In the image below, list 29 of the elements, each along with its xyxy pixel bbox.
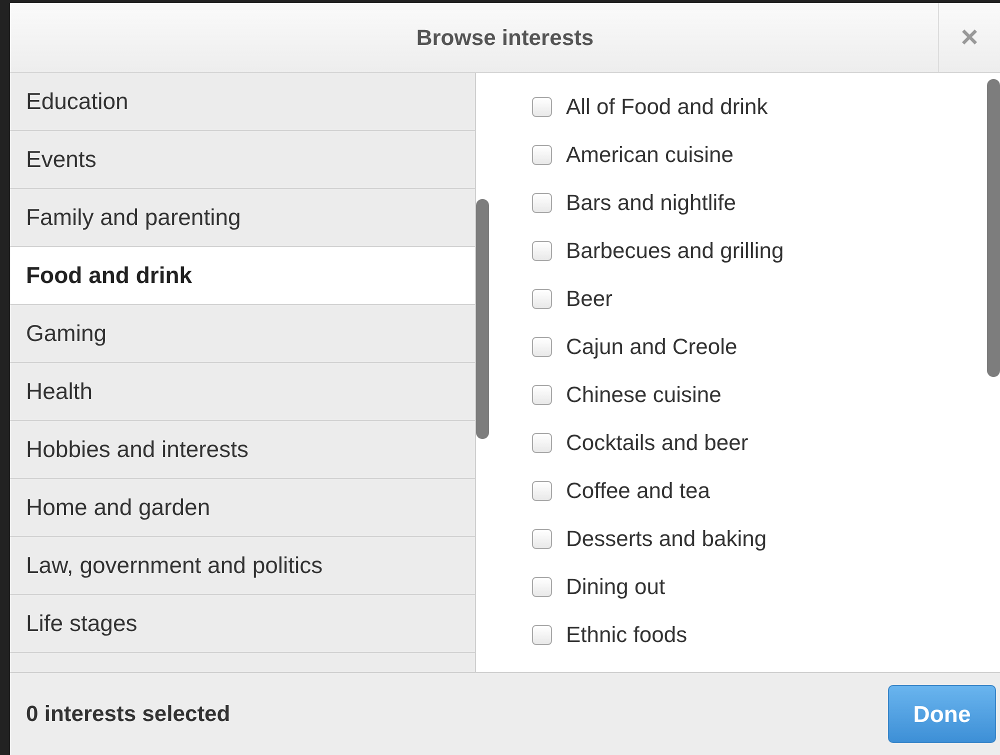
scrollbar-thumb[interactable]: [987, 79, 1000, 377]
checkbox[interactable]: [532, 481, 552, 501]
checkbox[interactable]: [532, 337, 552, 357]
interest-label: Coffee and tea: [566, 478, 710, 504]
checkbox[interactable]: [532, 625, 552, 645]
interest-label: Chinese cuisine: [566, 382, 722, 408]
interest-label: Cajun and Creole: [566, 334, 738, 360]
checkbox[interactable]: [532, 577, 552, 597]
interest-label: Cocktails and beer: [566, 430, 748, 456]
checkbox[interactable]: [532, 241, 552, 261]
checkbox[interactable]: [532, 289, 552, 309]
interest-label: Bars and nightlife: [566, 190, 736, 216]
interest-label: Barbecues and grilling: [566, 238, 784, 264]
scrollbar-thumb[interactable]: [476, 199, 489, 439]
checkbox[interactable]: [532, 385, 552, 405]
dialog-title: Browse interests: [415, 24, 595, 52]
checkbox[interactable]: [532, 193, 552, 213]
interest-label: Ethnic foods: [566, 622, 688, 648]
checkbox[interactable]: [532, 529, 552, 549]
selection-count: 0 interests selected: [26, 701, 230, 727]
interest-label: Dining out: [566, 574, 666, 600]
interest-label: Beer: [566, 286, 612, 312]
checkbox[interactable]: [532, 433, 552, 453]
interest-label: American cuisine: [566, 142, 734, 168]
checkbox[interactable]: [532, 145, 552, 165]
interest-label: All of Food and drink: [566, 94, 768, 120]
checkbox[interactable]: [532, 97, 552, 117]
interest-label: Desserts and baking: [566, 526, 767, 552]
category-item[interactable]: Food and drink: [10, 247, 475, 305]
